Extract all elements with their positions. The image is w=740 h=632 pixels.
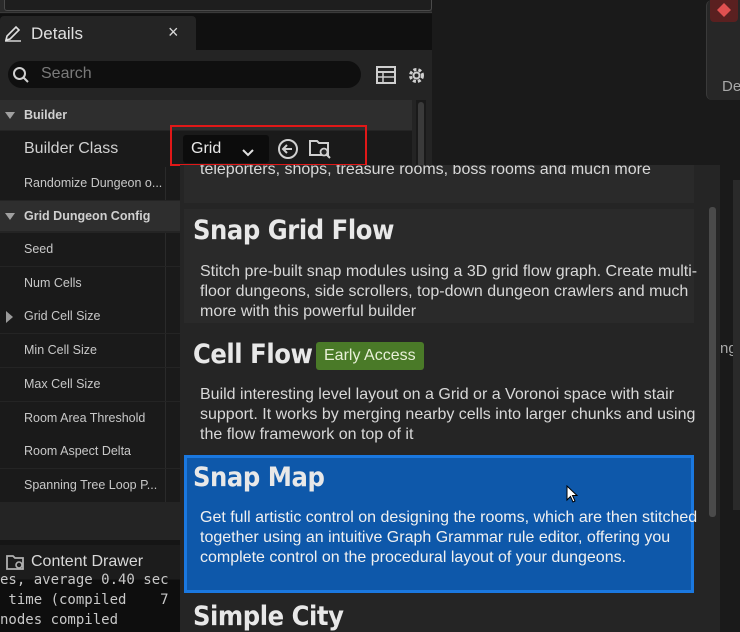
item-title: Snap Map bbox=[193, 462, 325, 493]
early-access-badge: Early Access bbox=[316, 342, 424, 370]
list-item-simple-city[interactable]: Simple City bbox=[184, 599, 694, 632]
builder-class-label: Builder Class bbox=[24, 140, 119, 157]
expand-arrow-icon bbox=[5, 112, 15, 119]
list-item-cell-flow[interactable]: Cell Flow Build interesting level layout… bbox=[184, 333, 695, 449]
search-placeholder: Search bbox=[41, 65, 92, 82]
property-label: Seed bbox=[24, 242, 54, 256]
output-log: es, average 0.40 sec time (compiled 7 no… bbox=[0, 572, 182, 632]
popup-scrollbar[interactable] bbox=[709, 207, 716, 517]
tab-details[interactable] bbox=[0, 16, 196, 50]
item-title: Snap Grid Flow bbox=[193, 215, 394, 246]
item-description: Get full artistic control on designing t… bbox=[200, 509, 698, 566]
property-label: Num Cells bbox=[24, 276, 82, 290]
list-item-snap-grid-flow[interactable]: Snap Grid Flow Stitch pre-built snap mod… bbox=[184, 209, 697, 323]
item-title: Simple City bbox=[193, 601, 344, 632]
highlight-box bbox=[170, 125, 367, 166]
category-label: Builder bbox=[24, 108, 68, 122]
expand-right-icon[interactable] bbox=[6, 311, 13, 323]
item-description: Build interesting level layout on a Grid… bbox=[200, 386, 696, 443]
property-label: Room Aspect Delta bbox=[24, 444, 131, 458]
gear-icon[interactable] bbox=[406, 65, 427, 86]
property-label: Spanning Tree Loop P... bbox=[24, 478, 158, 492]
top-toolbar-strip bbox=[0, 0, 432, 13]
property-label: Room Area Threshold bbox=[24, 411, 146, 425]
content-drawer-label: Content Drawer bbox=[31, 553, 144, 570]
log-line: es, average 0.40 sec bbox=[0, 572, 169, 588]
item-description: teleporters, shops, treasure rooms, boss… bbox=[200, 165, 651, 178]
node-label: De bbox=[722, 78, 740, 95]
mouse-cursor-icon bbox=[566, 484, 580, 505]
close-icon[interactable]: × bbox=[168, 22, 179, 43]
list-item[interactable]: teleporters, shops, treasure rooms, boss… bbox=[184, 165, 694, 203]
log-line: time (compiled 7 bbox=[0, 592, 169, 608]
table-view-icon[interactable] bbox=[376, 66, 396, 84]
category-label: Grid Dungeon Config bbox=[24, 209, 151, 223]
property-label: Randomize Dungeon o... bbox=[24, 176, 163, 190]
property-label: Max Cell Size bbox=[24, 377, 101, 391]
property-label: Grid Cell Size bbox=[24, 309, 101, 323]
log-line: nodes compiled bbox=[0, 612, 119, 628]
search-icon bbox=[12, 66, 30, 84]
content-drawer-icon bbox=[6, 552, 26, 572]
item-description: Stitch pre-built snap modules using a 3D… bbox=[200, 263, 698, 320]
pencil-icon bbox=[4, 24, 22, 42]
item-title: Cell Flow bbox=[193, 339, 313, 370]
property-label: Min Cell Size bbox=[24, 343, 97, 357]
node-badge-icon bbox=[710, 0, 738, 22]
expand-arrow-icon bbox=[5, 213, 15, 220]
tab-title: Details bbox=[31, 24, 83, 43]
right-scrollbar[interactable] bbox=[733, 180, 740, 510]
builder-class-popup: teleporters, shops, treasure rooms, boss… bbox=[180, 165, 720, 632]
list-item-snap-map[interactable]: Snap Map Get full artistic control on de… bbox=[184, 455, 697, 593]
